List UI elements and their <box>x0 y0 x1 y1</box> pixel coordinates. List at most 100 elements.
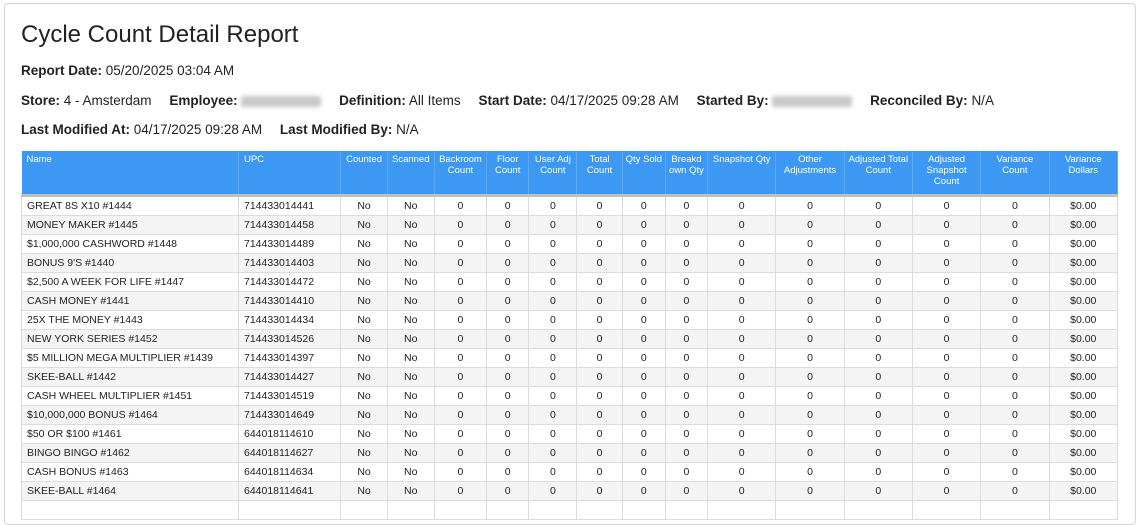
table-cell: 0 <box>843 424 913 444</box>
table-cell: 0 <box>707 348 777 368</box>
column-header[interactable]: Qty Sold <box>622 151 666 196</box>
column-header[interactable]: Floor Count <box>486 151 530 196</box>
table-row: BONUS 9'S #1440 714433014403 No No 0 0 0 0 0 0 0 0 0… <box>21 253 1119 273</box>
table-cell: No <box>340 272 388 292</box>
table-cell: $0.00 <box>1048 443 1119 463</box>
report-date-line: Report Date: 05/20/2025 03:04 AM <box>21 63 234 78</box>
column-header[interactable]: Snapshot Qty <box>707 151 777 196</box>
column-header[interactable]: Backroom Count <box>434 151 488 196</box>
table-cell: 0 <box>775 424 845 444</box>
table-cell: 0 <box>621 443 666 463</box>
table-cell: 0 <box>775 386 845 406</box>
table-cell: No <box>386 462 435 482</box>
table-cell: 0 <box>664 348 709 368</box>
table-cell: 0 <box>664 462 709 482</box>
table-cell: $50 OR $100 #1461 <box>21 424 239 444</box>
table-cell: 0 <box>528 348 578 368</box>
table-cell: No <box>386 405 435 425</box>
last-modified-by-label: Last Modified By: <box>279 122 393 137</box>
table-cell: No <box>386 386 435 406</box>
table-cell: CASH BONUS #1463 <box>21 462 239 482</box>
table-cell: $0.00 <box>1048 310 1119 330</box>
table-cell: 0 <box>911 462 982 482</box>
table-cell: No <box>340 348 388 368</box>
table-cell: $0.00 <box>1048 291 1119 311</box>
table-cell: 0 <box>911 386 982 406</box>
table-cell: 0 <box>433 386 488 406</box>
table-cell: 0 <box>576 443 623 463</box>
table-cell: 0 <box>980 405 1050 425</box>
table-cell: No <box>340 194 388 216</box>
column-header[interactable]: Other Adjustments <box>775 151 845 196</box>
column-header[interactable]: Counted <box>340 151 388 196</box>
table-cell: 0 <box>486 348 530 368</box>
table-cell: 0 <box>576 386 623 406</box>
table-cell: No <box>340 424 388 444</box>
table-cell: 0 <box>486 462 530 482</box>
column-header[interactable]: Breakd own Qty <box>665 151 709 196</box>
table-row: CASH MONEY #1441 714433014410 No No 0 0 0 0 0 0 0 0… <box>21 291 1119 311</box>
column-header[interactable]: Adjusted Snapshot Count <box>912 151 982 196</box>
table-cell: 0 <box>843 329 913 349</box>
column-header[interactable]: Adjusted Total Count <box>844 151 913 196</box>
table-cell: 0 <box>433 443 488 463</box>
table-cell: No <box>386 424 435 444</box>
table-cell: 0 <box>528 462 578 482</box>
table-cell <box>386 500 435 520</box>
table-cell: 0 <box>843 194 913 216</box>
table-cell: 0 <box>528 291 578 311</box>
table-cell: 714433014472 <box>237 272 342 292</box>
table-cell: 0 <box>980 253 1050 273</box>
table-cell: No <box>386 443 435 463</box>
table-cell: 0 <box>576 405 623 425</box>
table-cell: BONUS 9'S #1440 <box>21 253 239 273</box>
table-row: SKEE-BALL #1442 714433014427 No No 0 0 0 0 0 0 0 0 0… <box>21 367 1119 387</box>
start-date-label: Start Date: <box>478 93 547 108</box>
table-cell: 0 <box>576 194 623 216</box>
report-meta-line-1: Store: 4 - Amsterdam Employee: Definitio… <box>21 93 1008 108</box>
table-cell: SKEE-BALL #1442 <box>21 367 239 387</box>
table-cell: 0 <box>775 367 845 387</box>
table-cell: 0 <box>707 329 777 349</box>
table-cell: 0 <box>664 234 709 254</box>
table-cell: 0 <box>843 386 913 406</box>
table-cell: 0 <box>980 462 1050 482</box>
column-header[interactable]: User Adj Count <box>528 151 578 196</box>
table-cell <box>1048 500 1119 520</box>
column-header[interactable]: Name <box>21 151 239 196</box>
column-header[interactable]: Scanned <box>387 151 435 196</box>
table-cell: 714433014397 <box>237 348 342 368</box>
table-cell: 0 <box>433 405 488 425</box>
table-cell: 0 <box>664 253 709 273</box>
table-row: $10,000,000 BONUS #1464 714433014649 No No 0… <box>21 405 1119 425</box>
table-cell: No <box>340 481 388 501</box>
column-header[interactable]: Variance Count <box>980 151 1050 196</box>
table-cell: GREAT 8S X10 #1444 <box>21 194 239 216</box>
table-row: $5 MILLION MEGA MULTIPLIER #1439 71443301… <box>21 348 1119 368</box>
table-cell <box>621 500 666 520</box>
table-cell: 0 <box>775 291 845 311</box>
column-header[interactable]: Variance Dollars <box>1049 151 1119 196</box>
table-cell <box>528 500 578 520</box>
table-cell: $0.00 <box>1048 348 1119 368</box>
table-cell: 0 <box>621 253 666 273</box>
table-cell: 0 <box>980 386 1050 406</box>
table-cell: 0 <box>621 481 666 501</box>
table-cell: 0 <box>775 234 845 254</box>
table-cell: 0 <box>664 291 709 311</box>
table-cell: 0 <box>528 405 578 425</box>
table-cell: No <box>340 405 388 425</box>
table-cell: 0 <box>433 253 488 273</box>
table-cell: 0 <box>664 481 709 501</box>
table-cell: No <box>340 367 388 387</box>
table-cell: 0 <box>707 405 777 425</box>
table-cell: 0 <box>664 443 709 463</box>
column-header[interactable]: Total Count <box>576 151 623 196</box>
table-cell: 0 <box>980 348 1050 368</box>
column-header[interactable]: UPC <box>238 151 342 196</box>
table-cell: 0 <box>843 443 913 463</box>
table-cell: 0 <box>486 443 530 463</box>
table-cell: 0 <box>911 367 982 387</box>
table-cell: 0 <box>980 367 1050 387</box>
table-cell: 0 <box>911 348 982 368</box>
